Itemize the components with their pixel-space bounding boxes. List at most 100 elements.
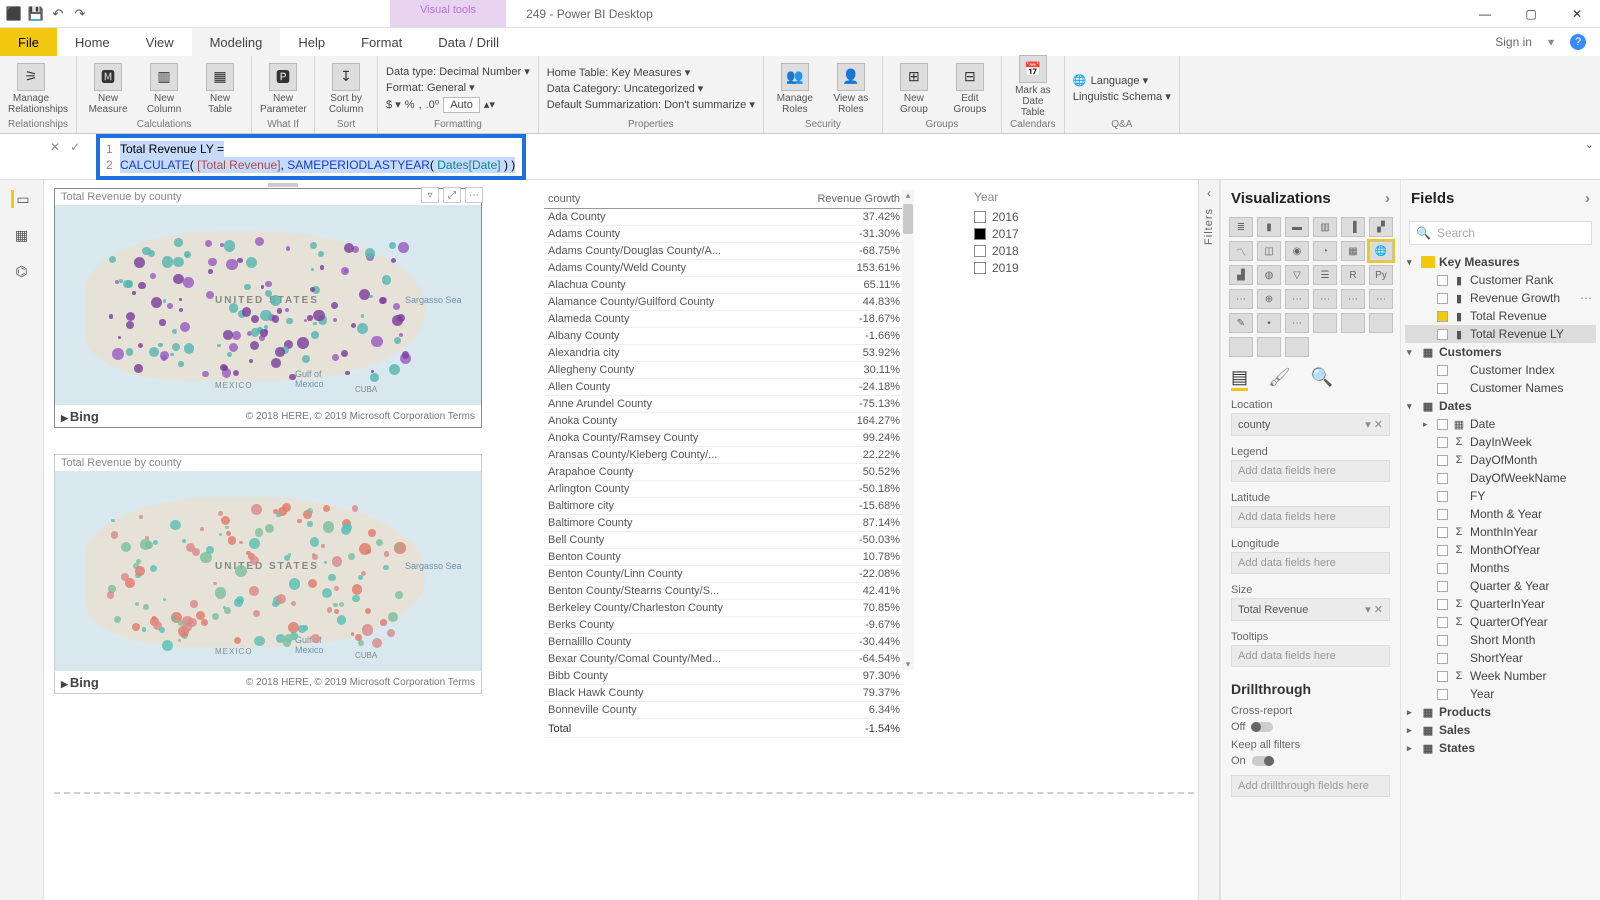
column-header[interactable]: county xyxy=(544,190,785,209)
sort-by-column-button[interactable]: ↧Sort by Column xyxy=(323,63,369,115)
more-options-icon[interactable]: ⋯ xyxy=(465,187,483,203)
legend-well[interactable]: Add data fields here xyxy=(1231,460,1390,482)
collapse-pane-icon[interactable]: › xyxy=(1385,190,1390,207)
table-row[interactable]: Bell County-50.03% xyxy=(544,532,904,549)
menu-tab-home[interactable]: Home xyxy=(57,28,128,56)
field-checkbox[interactable] xyxy=(1437,311,1448,322)
field-node[interactable]: ΣMonthInYear xyxy=(1405,523,1596,541)
field-node[interactable]: Customer Index xyxy=(1405,361,1596,379)
table-row[interactable]: Benton County/Stearns County/S...42.41% xyxy=(544,583,904,600)
table-row[interactable]: Ada County37.42% xyxy=(544,209,904,226)
mark-as-date-button[interactable]: 📅Mark as Date Table xyxy=(1010,55,1056,118)
table-row[interactable]: Baltimore County87.14% xyxy=(544,515,904,532)
undo-icon[interactable]: ↶ xyxy=(50,6,66,22)
table-row[interactable]: Black Hawk County79.37% xyxy=(544,685,904,702)
field-node[interactable]: Quarter & Year xyxy=(1405,577,1596,595)
viz-type-icon[interactable] xyxy=(1313,313,1337,333)
slicer-option[interactable]: 2019 xyxy=(974,261,1074,275)
scroll-thumb[interactable] xyxy=(903,204,913,234)
collapse-pane-icon[interactable]: › xyxy=(1585,190,1590,207)
checkbox-icon[interactable] xyxy=(974,262,986,274)
manage-relationships-button[interactable]: ⚞Manage Relationships xyxy=(8,63,54,115)
viz-type-icon[interactable]: ⊕ xyxy=(1257,289,1281,309)
table-row[interactable]: Arapahoe County50.52% xyxy=(544,464,904,481)
scrollbar[interactable]: ▴ ▾ xyxy=(902,190,914,670)
field-checkbox[interactable] xyxy=(1437,329,1448,340)
maximize-button[interactable]: ▢ xyxy=(1508,0,1554,28)
table-row[interactable]: Adams County/Douglas County/A...-68.75% xyxy=(544,243,904,260)
keep-filters-toggle[interactable]: On xyxy=(1221,753,1400,769)
caret-icon[interactable]: ▸ xyxy=(1407,707,1417,718)
field-checkbox[interactable] xyxy=(1437,473,1448,484)
viz-type-icon[interactable]: ▞ xyxy=(1369,217,1393,237)
new-column-button[interactable]: ▥New Column xyxy=(141,63,187,115)
expand-filters-icon[interactable]: ‹ xyxy=(1207,186,1211,200)
field-node[interactable]: ShortYear xyxy=(1405,649,1596,667)
field-checkbox[interactable] xyxy=(1437,293,1448,304)
caret-icon[interactable]: ▾ xyxy=(1407,401,1417,412)
table-row[interactable]: Anne Arundel County-75.13% xyxy=(544,396,904,413)
sign-in-link[interactable]: Sign in xyxy=(1495,35,1532,49)
slicer-option[interactable]: 2016 xyxy=(974,210,1074,224)
menu-tab-data-drill[interactable]: Data / Drill xyxy=(420,28,517,56)
table-node[interactable]: ▸▦Sales xyxy=(1405,721,1596,739)
viz-type-icon[interactable] xyxy=(1229,337,1253,357)
size-well[interactable]: Total Revenue ▾ ✕ xyxy=(1231,598,1390,621)
decimals-auto[interactable]: Auto xyxy=(443,97,480,113)
field-checkbox[interactable] xyxy=(1437,509,1448,520)
table-node[interactable]: ▾▦Customers xyxy=(1405,343,1596,361)
viz-type-icon[interactable]: ⋯ xyxy=(1313,289,1337,309)
table-row[interactable]: Aransas County/Kleberg County/...22.22% xyxy=(544,447,904,464)
field-node[interactable]: ▮Revenue Growth⋯ xyxy=(1405,289,1596,307)
table-node[interactable]: ▸▦States xyxy=(1405,739,1596,757)
field-node[interactable]: ▸▦Date xyxy=(1405,415,1596,433)
new-parameter-button[interactable]: 🅿New Parameter xyxy=(260,63,306,115)
home-table-dropdown[interactable]: Home Table: Key Measures ▾ xyxy=(547,66,755,79)
well-remove-icon[interactable]: ✕ xyxy=(1374,419,1383,431)
fields-search[interactable]: 🔍 Search xyxy=(1409,221,1592,245)
viz-type-icon[interactable]: ⋯ xyxy=(1229,289,1253,309)
table-row[interactable]: Benton County/Linn County-22.08% xyxy=(544,566,904,583)
redo-icon[interactable]: ↷ xyxy=(72,6,88,22)
field-checkbox[interactable] xyxy=(1437,635,1448,646)
checkbox-icon[interactable] xyxy=(974,245,986,257)
viz-type-icon[interactable]: ☰ xyxy=(1313,265,1337,285)
viz-type-icon[interactable]: • xyxy=(1257,313,1281,333)
table-row[interactable]: Berkeley County/Charleston County70.85% xyxy=(544,600,904,617)
table-row[interactable]: Anoka County/Ramsey County99.24% xyxy=(544,430,904,447)
field-checkbox[interactable] xyxy=(1437,383,1448,394)
field-node[interactable]: Customer Names xyxy=(1405,379,1596,397)
decimals-button[interactable]: .0⁰ xyxy=(426,98,440,111)
well-remove-icon[interactable]: ✕ xyxy=(1374,604,1383,616)
edit-groups-button[interactable]: ⊟Edit Groups xyxy=(947,63,993,115)
field-node[interactable]: DayOfWeekName xyxy=(1405,469,1596,487)
viz-type-icon[interactable]: ▦ xyxy=(1341,241,1365,261)
model-view-icon[interactable]: ⌬ xyxy=(11,262,33,280)
field-node[interactable]: ΣDayInWeek xyxy=(1405,433,1596,451)
viz-type-icon[interactable]: ◉ xyxy=(1285,241,1309,261)
fields-tab-icon[interactable]: ▤ xyxy=(1231,367,1248,391)
field-checkbox[interactable] xyxy=(1437,653,1448,664)
data-category-dropdown[interactable]: Data Category: Uncategorized ▾ xyxy=(547,82,755,95)
menu-tab-format[interactable]: Format xyxy=(343,28,420,56)
table-row[interactable]: Baltimore city-15.68% xyxy=(544,498,904,515)
viz-type-icon[interactable]: ≣ xyxy=(1229,217,1253,237)
menu-tab-view[interactable]: View xyxy=(128,28,192,56)
field-node[interactable]: FY xyxy=(1405,487,1596,505)
longitude-well[interactable]: Add data fields here xyxy=(1231,552,1390,574)
manage-roles-button[interactable]: 👥Manage Roles xyxy=(772,63,818,115)
table-visual[interactable]: county Revenue Growth Ada County37.42%Ad… xyxy=(544,190,904,700)
viz-type-icon[interactable]: ⋯ xyxy=(1285,289,1309,309)
table-row[interactable]: Bonneville County6.34% xyxy=(544,702,904,719)
scroll-up-icon[interactable]: ▴ xyxy=(902,190,914,201)
formula-collapse-icon[interactable]: ⌄ xyxy=(1585,138,1594,151)
report-canvas[interactable]: Total Revenue by county ▿ ⤢ ⋯ UNITED STA… xyxy=(44,180,1198,900)
field-checkbox[interactable] xyxy=(1437,437,1448,448)
field-node[interactable]: Short Month xyxy=(1405,631,1596,649)
map-visual-2[interactable]: Total Revenue by county UNITED STATES Gu… xyxy=(54,454,482,694)
datatype-dropdown[interactable]: Data type: Decimal Number ▾ xyxy=(386,65,530,78)
field-checkbox[interactable] xyxy=(1437,563,1448,574)
viz-type-icon[interactable]: 〽 xyxy=(1229,241,1253,261)
viz-type-icon[interactable]: ▥ xyxy=(1313,217,1337,237)
table-row[interactable]: Alachua County65.11% xyxy=(544,277,904,294)
